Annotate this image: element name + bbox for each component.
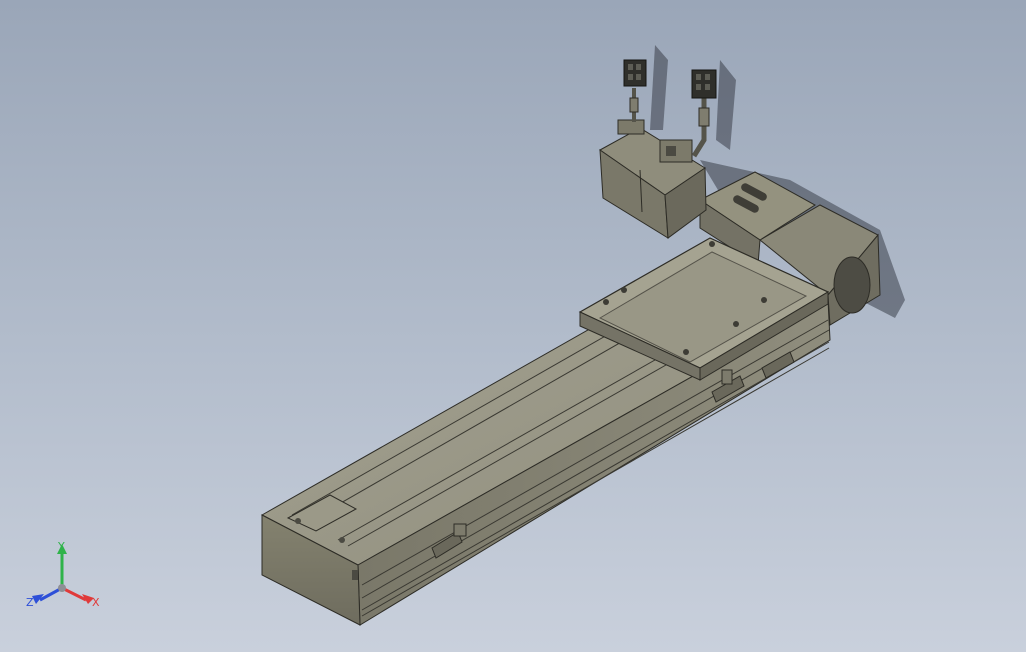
graphics-viewport[interactable]: Y X Z bbox=[0, 0, 1026, 652]
z-axis-label: Z bbox=[26, 596, 34, 609]
encoder-connector bbox=[691, 69, 717, 99]
carriage-hole-5 bbox=[761, 297, 767, 303]
carriage-hole-2 bbox=[621, 287, 627, 293]
x-axis-label: X bbox=[92, 596, 100, 609]
pulley-cover bbox=[833, 256, 871, 314]
triad-origin bbox=[58, 584, 66, 592]
carriage-hole-4 bbox=[733, 321, 739, 327]
y-axis-label: Y bbox=[57, 540, 65, 553]
power-connector bbox=[623, 59, 647, 87]
end-plate-screw-2 bbox=[339, 537, 345, 543]
carriage-hole-6 bbox=[709, 241, 715, 247]
end-notch bbox=[352, 570, 358, 580]
x-axis-line bbox=[61, 586, 87, 602]
carriage-hole-1 bbox=[603, 299, 609, 305]
carriage-hole-3 bbox=[683, 349, 689, 355]
power-cable bbox=[623, 59, 647, 122]
end-plate-screw-1 bbox=[295, 518, 301, 524]
encoder-cable bbox=[691, 69, 717, 158]
cad-model[interactable] bbox=[0, 0, 1026, 652]
coordinate-triad: Y X Z bbox=[26, 540, 100, 609]
